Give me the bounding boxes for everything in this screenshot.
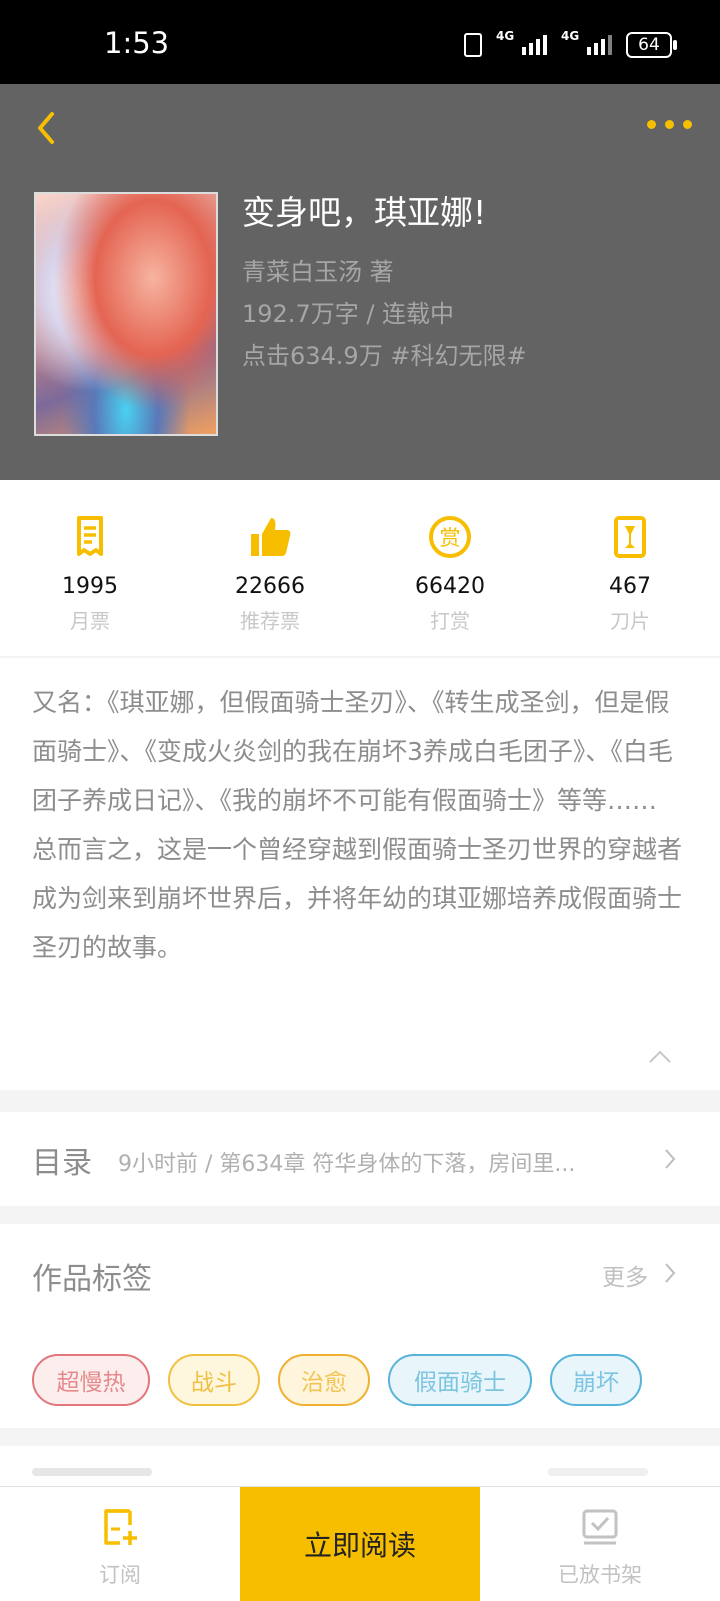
blade-icon — [614, 516, 646, 558]
on-shelf-button[interactable]: 已放书架 — [480, 1487, 720, 1601]
tag-chip[interactable]: 战斗 — [168, 1354, 260, 1406]
stat-value: 22666 — [235, 574, 305, 599]
next-section-title-placeholder — [32, 1468, 152, 1476]
table-of-contents-row[interactable]: 目录 9小时前 / 第634章 符华身体的下落，房间里... — [0, 1112, 720, 1206]
subscribe-icon — [104, 1509, 137, 1545]
stat-label: 打赏 — [430, 609, 470, 633]
tag-chip[interactable]: 超慢热 — [32, 1354, 150, 1406]
work-tags-section: 作品标签 更多 超慢热 战斗 治愈 假面骑士 崩坏 — [0, 1224, 720, 1428]
stat-reward[interactable]: 赏 66420 打赏 — [360, 480, 540, 656]
status-bar: 1:53 4G 4G 64 — [0, 0, 720, 84]
chevron-right-icon — [665, 1149, 676, 1169]
chevron-right-icon[interactable] — [664, 1262, 676, 1284]
description-paragraph: 总而言之，这是一个曾经穿越到假面骑士圣刃世界的穿越者成为剑来到崩坏世界后，并将年… — [32, 835, 683, 962]
book-header: 变身吧，琪亚娜! 青菜白玉汤 著 192.7万字 / 连载中 点击634.9万 … — [0, 84, 720, 480]
monthly-ticket-icon — [77, 516, 103, 556]
svg-text:赏: 赏 — [440, 526, 461, 550]
book-stats: 1995 月票 22666 推荐票 赏 66420 打赏 467 刀片 — [0, 480, 720, 656]
subscribe-button[interactable]: 订阅 — [0, 1487, 240, 1601]
book-cover-image[interactable] — [34, 192, 218, 436]
collapse-chevron-up-icon[interactable] — [648, 1050, 672, 1064]
stat-blade[interactable]: 467 刀片 — [540, 480, 720, 656]
subscribe-label: 订阅 — [99, 1563, 141, 1587]
book-description[interactable]: 又名：《琪亚娜，但假面骑士圣刃》、《转生成圣剑，但是假面骑士》、《变成火炎剑的我… — [0, 658, 720, 1090]
thumbs-up-icon — [251, 518, 291, 556]
on-shelf-label: 已放书架 — [558, 1563, 642, 1587]
stat-value: 1995 — [62, 574, 118, 599]
status-icons: 4G 4G 64 — [464, 29, 677, 58]
bottom-action-bar: 订阅 立即阅读 已放书架 — [0, 1486, 720, 1601]
stat-label: 刀片 — [610, 609, 650, 633]
read-now-button[interactable]: 立即阅读 — [240, 1487, 480, 1601]
next-section-more-placeholder — [548, 1468, 648, 1476]
next-section-peek — [0, 1446, 720, 1486]
battery-icon: 64 — [626, 32, 677, 58]
signal-icon-2: 4G — [561, 29, 612, 55]
tag-chip[interactable]: 治愈 — [278, 1354, 370, 1406]
battery-level: 64 — [638, 35, 660, 55]
stat-recommend-ticket[interactable]: 22666 推荐票 — [180, 480, 360, 656]
reward-icon: 赏 — [429, 516, 471, 558]
vibrate-icon — [464, 33, 482, 57]
latest-chapter: 9小时前 / 第634章 符华身体的下落，房间里... — [118, 1152, 576, 1177]
tags-title: 作品标签 — [32, 1262, 152, 1297]
back-arrow-icon[interactable] — [30, 108, 70, 148]
stat-label: 月票 — [70, 609, 110, 633]
tag-chip[interactable]: 崩坏 — [550, 1354, 642, 1406]
stat-value: 66420 — [415, 574, 485, 599]
signal-icon: 4G — [496, 29, 547, 55]
book-author[interactable]: 青菜白玉汤 著 — [242, 252, 394, 287]
network-type-2: 4G — [561, 29, 580, 43]
bookshelf-check-icon — [582, 1509, 618, 1545]
tag-chip[interactable]: 假面骑士 — [388, 1354, 532, 1406]
book-word-count-status: 192.7万字 / 连载中 — [242, 300, 455, 328]
book-title: 变身吧，琪亚娜! — [242, 193, 487, 232]
status-time: 1:53 — [104, 26, 170, 60]
description-paragraph: 又名：《琪亚娜，但假面骑士圣刃》、《转生成圣剑，但是假面骑士》、《变成火炎剑的我… — [32, 688, 673, 815]
stat-monthly-ticket[interactable]: 1995 月票 — [0, 480, 180, 656]
stat-label: 推荐票 — [240, 609, 300, 633]
tags-more-link[interactable]: 更多 — [602, 1258, 648, 1292]
book-clicks-category: 点击634.9万 #科幻无限# — [242, 342, 527, 370]
more-options-icon[interactable] — [647, 120, 692, 129]
network-type-1: 4G — [496, 29, 515, 43]
toc-label: 目录 — [32, 1146, 92, 1181]
stat-value: 467 — [609, 574, 651, 599]
